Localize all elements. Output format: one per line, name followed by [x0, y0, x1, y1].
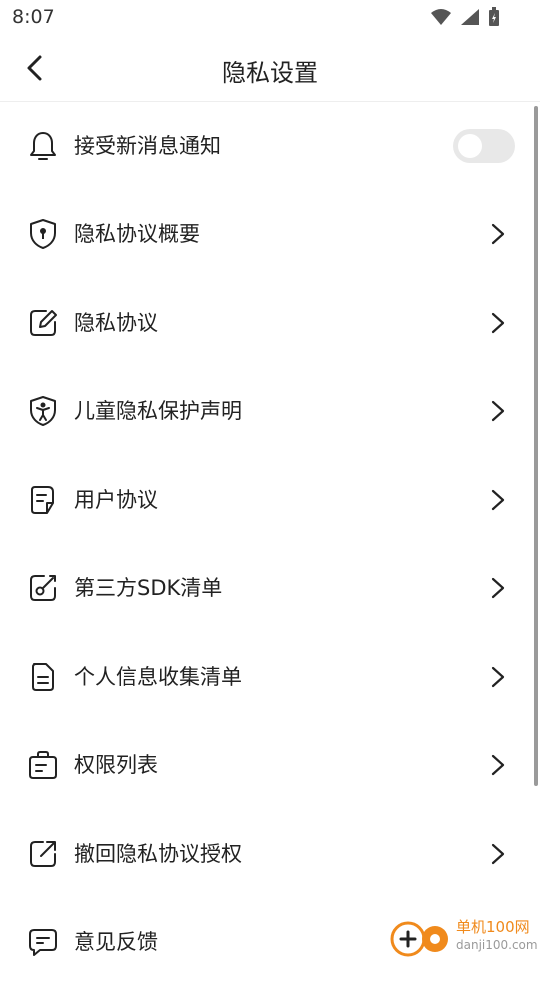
row-label: 权限列表 [74, 753, 158, 777]
external-share-icon [30, 841, 56, 867]
status-bar: 8:07 [0, 0, 540, 36]
row-user-agreement[interactable]: 用户协议 [0, 456, 540, 544]
row-revoke-authorization[interactable]: 撤回隐私协议授权 [0, 810, 540, 898]
watermark-text: 单机100网 [456, 918, 530, 936]
link-edit-icon [30, 575, 56, 601]
row-child-privacy[interactable]: 儿童隐私保护声明 [0, 367, 540, 455]
status-time: 8:07 [12, 6, 55, 28]
row-label: 第三方SDK清单 [74, 576, 223, 600]
row-label: 隐私协议概要 [74, 222, 200, 246]
chevron-right-icon [491, 577, 505, 599]
chevron-right-icon [491, 666, 505, 688]
scrollbar[interactable] [534, 106, 538, 786]
edit-note-icon [30, 310, 57, 336]
row-label: 儿童隐私保护声明 [74, 399, 242, 423]
shield-keyhole-icon [30, 219, 56, 249]
row-third-party-sdk[interactable]: 第三方SDK清单 [0, 544, 540, 632]
document-icon [31, 486, 54, 514]
row-label: 隐私协议 [74, 311, 158, 335]
row-permission-list[interactable]: 权限列表 [0, 721, 540, 809]
status-icons [430, 7, 500, 27]
child-shield-icon [30, 396, 56, 426]
chevron-right-icon [491, 489, 505, 511]
row-label: 用户协议 [74, 488, 158, 512]
row-label: 意见反馈 [74, 930, 158, 954]
row-personal-info-list[interactable]: 个人信息收集清单 [0, 633, 540, 721]
chevron-right-icon [491, 843, 505, 865]
chat-feedback-icon [29, 929, 57, 956]
bell-icon [30, 132, 56, 160]
wifi-icon [431, 9, 451, 25]
toggle-knob [458, 134, 482, 158]
bag-list-icon [29, 751, 57, 779]
watermark-sub: danji100.com [456, 938, 538, 952]
battery-icon [489, 7, 499, 26]
row-message-notification[interactable]: 接受新消息通知 [0, 102, 540, 190]
row-label: 接受新消息通知 [74, 134, 221, 158]
watermark-logo-icon [390, 921, 448, 957]
notification-toggle[interactable] [453, 129, 515, 163]
row-label: 撤回隐私协议授权 [74, 842, 242, 866]
nav-bar: 隐私设置 [0, 36, 540, 102]
chevron-right-icon [491, 754, 505, 776]
row-label: 个人信息收集清单 [74, 665, 242, 689]
page-title: 隐私设置 [222, 59, 318, 87]
file-list-icon [32, 663, 54, 691]
row-privacy-policy[interactable]: 隐私协议 [0, 279, 540, 367]
row-privacy-summary[interactable]: 隐私协议概要 [0, 190, 540, 278]
watermark: 单机100网 danji100.com [390, 915, 540, 960]
chevron-right-icon [491, 312, 505, 334]
chevron-right-icon [491, 400, 505, 422]
chevron-right-icon [491, 223, 505, 245]
cell-signal-icon [461, 9, 479, 25]
